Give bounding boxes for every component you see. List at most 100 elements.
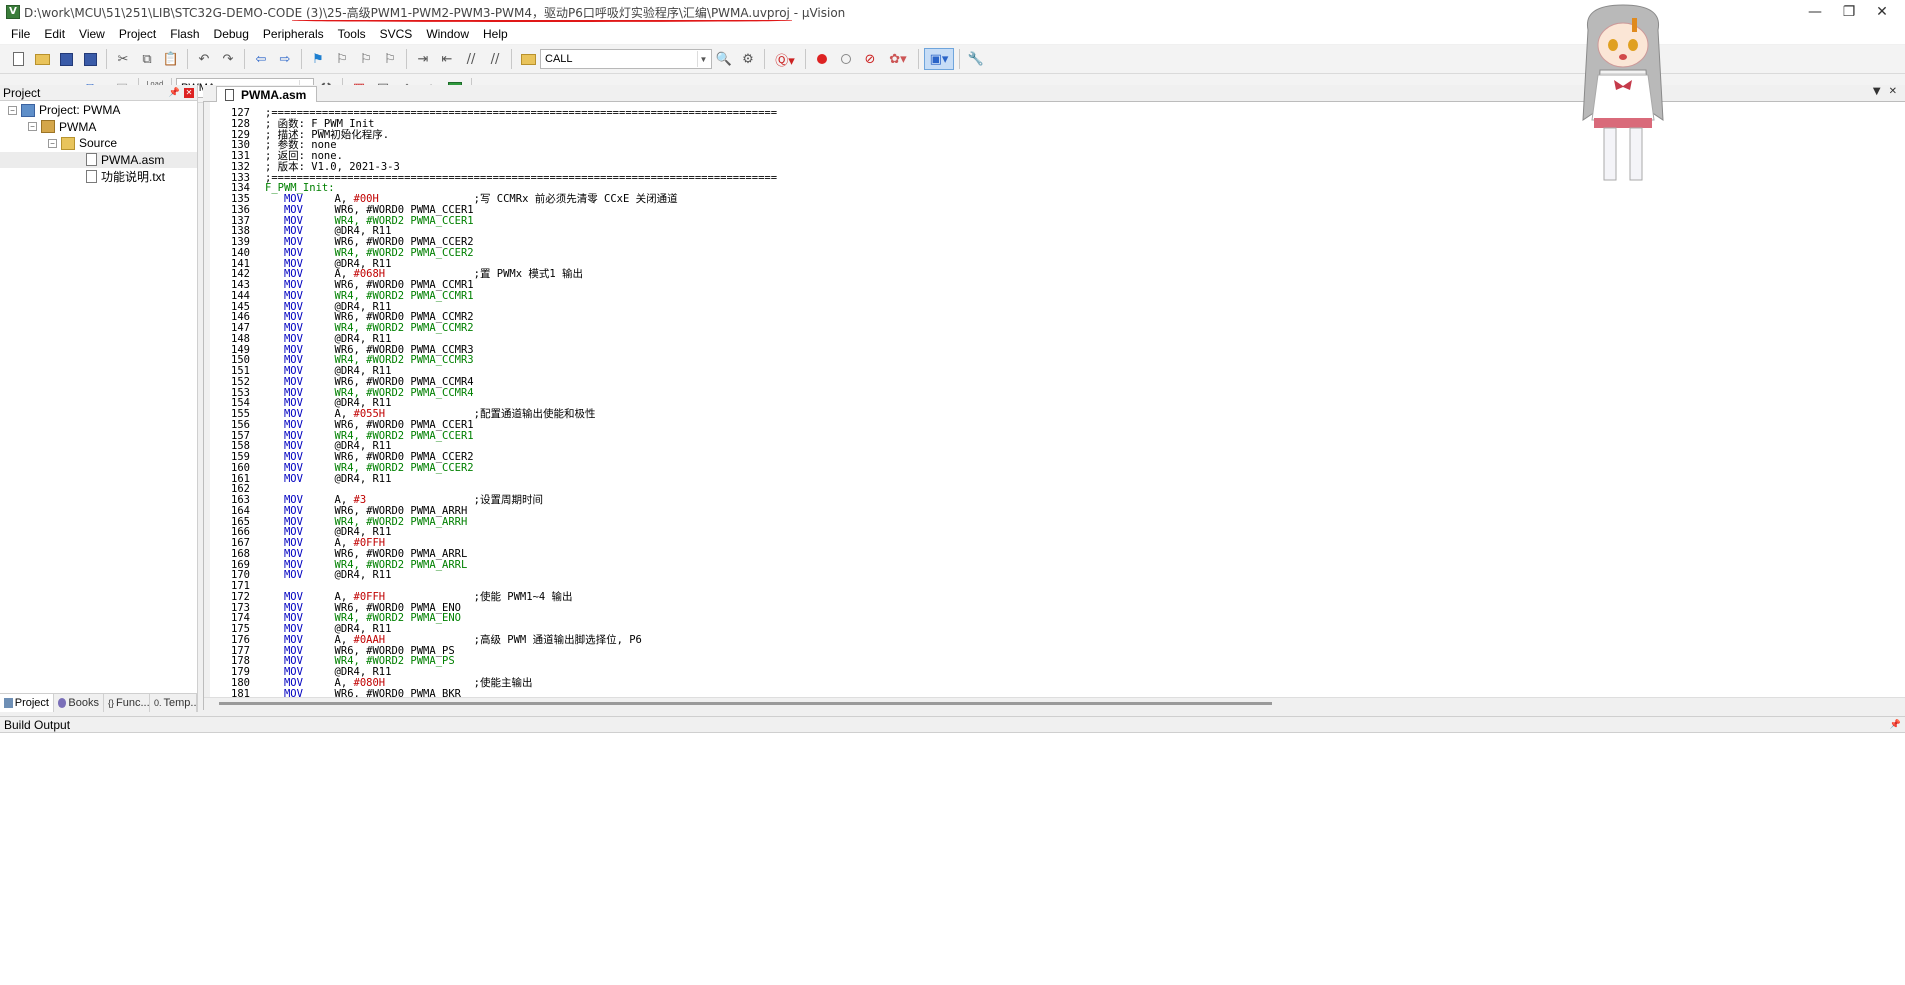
opcode: MOV (265, 472, 303, 485)
horizontal-scrollbar[interactable] (204, 697, 1905, 710)
kill-all-breakpoints-button[interactable]: ✿▾ (883, 48, 913, 70)
menu-view[interactable]: View (72, 27, 112, 41)
tab-project[interactable]: Project (0, 694, 54, 712)
pin-icon[interactable]: 📌 (1890, 719, 1901, 730)
copy-button[interactable]: ⧉ (136, 48, 158, 70)
menu-edit[interactable]: Edit (37, 27, 72, 41)
build-output-pane[interactable] (0, 733, 1905, 985)
breakpoints-disable-all-icon: ⊘ (864, 51, 876, 67)
tree-item-project[interactable]: − Project: PWMA (0, 102, 197, 119)
editor-tab-pwma-asm[interactable]: PWMA.asm (216, 86, 318, 102)
find-button[interactable]: 🔍 (713, 48, 735, 70)
cut-button[interactable]: ✂ (112, 48, 134, 70)
editor-tab-controls: ▼ ✕ (1873, 86, 1897, 97)
project-icon (21, 103, 35, 117)
menu-help[interactable]: Help (476, 27, 515, 41)
redo-button[interactable]: ↷ (217, 48, 239, 70)
tab-list-dropdown-icon[interactable]: ▼ (1873, 86, 1881, 97)
pin-icon[interactable]: 📌 (169, 87, 180, 98)
scrollbar-thumb[interactable] (219, 702, 1272, 705)
navigate-back-button[interactable]: ⇦ (250, 48, 272, 70)
project-panel-header: Project 📌 ✕ (0, 85, 197, 101)
chevron-down-icon[interactable]: ▼ (697, 51, 709, 67)
uncomment-button[interactable]: // (484, 48, 506, 70)
unindent-icon: ⇤ (441, 51, 453, 67)
save-all-button[interactable] (79, 48, 101, 70)
tree-item-label: 功能说明.txt (101, 169, 166, 184)
toolbar-separator (511, 49, 512, 69)
menu-window[interactable]: Window (419, 27, 476, 41)
new-file-button[interactable] (7, 48, 29, 70)
menu-file[interactable]: File (4, 27, 37, 41)
code-editor[interactable]: 127 ;====================================… (203, 102, 1905, 710)
disable-breakpoint-button[interactable] (835, 48, 857, 70)
bookmark-clear-button[interactable]: ⚐ (379, 48, 401, 70)
mascot-leg-left (1603, 127, 1617, 181)
window-layout-button[interactable]: ▣▾ (924, 48, 954, 70)
menu-tools[interactable]: Tools (331, 27, 373, 41)
disable-all-breakpoints-button[interactable]: ⊘ (859, 48, 881, 70)
close-button[interactable]: ✕ (1859, 0, 1905, 24)
collapse-icon[interactable]: − (28, 122, 37, 132)
code-area[interactable]: 127 ;====================================… (204, 107, 1904, 700)
insert-breakpoint-button[interactable] (811, 48, 833, 70)
tab-books[interactable]: Books (54, 694, 104, 712)
inline-comment: ;配置通道输出使能和极性 (473, 408, 596, 420)
inline-comment: ;高级 PWM 通道输出脚选择位, P6 (473, 633, 642, 646)
mascot-skirt (1594, 118, 1652, 128)
tab-templates[interactable]: 0. Temp... (150, 694, 197, 712)
inline-comment: ;置 PWMx 模式1 输出 (473, 268, 584, 281)
tree-item-label: PWMA.asm (101, 152, 165, 167)
menu-debug[interactable]: Debug (207, 27, 256, 41)
mascot-eye-left (1608, 39, 1618, 51)
tree-item-group-source[interactable]: − Source (0, 135, 197, 152)
collapse-icon[interactable]: − (8, 105, 17, 115)
debug-icon: Ⓠ▾ (775, 53, 795, 69)
close-icon[interactable]: ✕ (1889, 86, 1897, 97)
indent-icon: ⇥ (417, 51, 429, 67)
tree-item-label: PWMA (59, 119, 97, 134)
inline-comment: ;设置周期时间 (473, 494, 543, 506)
incremental-find-button[interactable]: ⚙ (737, 48, 759, 70)
comment-button[interactable]: // (460, 48, 482, 70)
uncomment-icon: // (490, 51, 500, 67)
indent-button[interactable]: ⇥ (412, 48, 434, 70)
tab-label: Func... (116, 697, 150, 709)
bookmark-prev-button[interactable]: ⚐ (331, 48, 353, 70)
tree-item-file[interactable]: 功能说明.txt (0, 168, 197, 185)
find-in-files-button[interactable] (517, 48, 539, 70)
tab-label: Project (14, 697, 49, 709)
tab-label: Books (68, 697, 99, 709)
close-icon[interactable]: ✕ (184, 87, 194, 98)
find-combo[interactable]: CALL ▼ (540, 49, 712, 69)
unindent-button[interactable]: ⇤ (436, 48, 458, 70)
open-file-button[interactable] (31, 48, 53, 70)
target-icon (41, 120, 55, 134)
undo-button[interactable]: ↶ (193, 48, 215, 70)
new-file-icon (12, 52, 24, 66)
configure-button[interactable]: 🔧 (965, 48, 987, 70)
comment-icon: // (466, 51, 476, 67)
paste-button[interactable]: 📋 (160, 48, 182, 70)
mascot-mouth (1619, 54, 1627, 60)
anime-mascot-overlay[interactable] (1568, 0, 1678, 186)
tree-item-target[interactable]: − PWMA (0, 119, 197, 136)
tree-item-file[interactable]: PWMA.asm (0, 151, 197, 168)
menu-svcs[interactable]: SVCS (373, 27, 420, 41)
bookmark-next-button[interactable]: ⚐ (355, 48, 377, 70)
debug-session-button[interactable]: Ⓠ▾ (770, 48, 800, 70)
paste-icon: 📋 (162, 51, 180, 67)
project-tree: − Project: PWMA − PWMA − Source PWMA.asm… (0, 102, 197, 185)
template-icon: 0. (154, 698, 162, 708)
tab-functions[interactable]: {} Func... (104, 694, 150, 712)
bookmark-toggle-button[interactable]: ⚑ (307, 48, 329, 70)
menu-flash[interactable]: Flash (163, 27, 206, 41)
save-button[interactable] (55, 48, 77, 70)
menu-peripherals[interactable]: Peripherals (256, 27, 331, 41)
menu-project[interactable]: Project (112, 27, 163, 41)
navigate-forward-button[interactable]: ⇨ (274, 48, 296, 70)
inline-comment: ;写 CCMRx 前必须先清零 CCxE 关闭通道 (473, 193, 678, 205)
collapse-icon[interactable]: − (48, 138, 57, 148)
bookmark-clear-icon: ⚐ (384, 51, 396, 67)
project-panel-title: Project (3, 85, 41, 100)
